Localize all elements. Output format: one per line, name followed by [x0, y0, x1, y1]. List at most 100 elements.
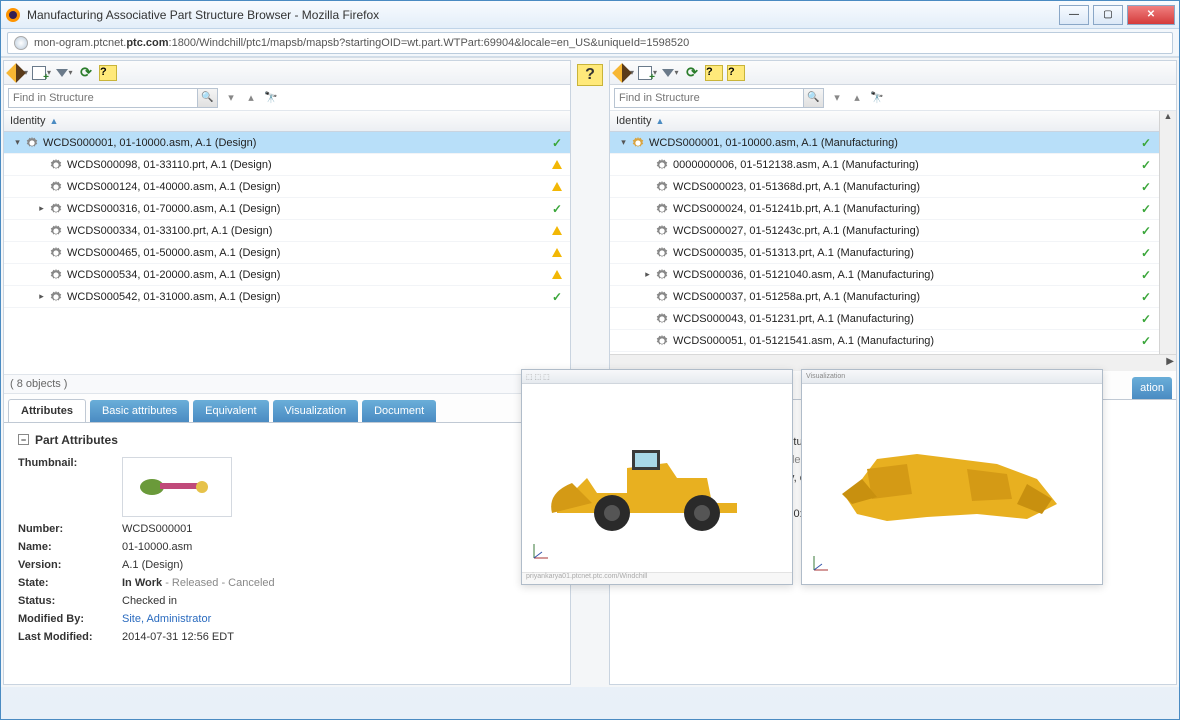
close-button[interactable]: ✕: [1127, 5, 1175, 25]
tree-item-label: WCDS000027, 01-51243c.prt, A.1 (Manufact…: [673, 225, 1153, 237]
gear-icon: [49, 290, 63, 304]
tree-row[interactable]: ▾WCDS000001, 01-10000.asm, A.1 (Design)✓: [4, 132, 570, 154]
refresh-icon: ⟳: [686, 64, 698, 81]
edit-button[interactable]: ▾: [8, 63, 29, 83]
status-ok-icon: ✓: [1141, 136, 1151, 150]
gear-icon: [655, 334, 669, 348]
tree-row[interactable]: WCDS000027, 01-51243c.prt, A.1 (Manufact…: [610, 220, 1159, 242]
pencil-icon: [612, 63, 632, 83]
help-button[interactable]: ?: [98, 63, 118, 83]
visualization-popup-left[interactable]: ⬚ ⬚ ⬚ priyankarya01.ptcnet.ptc.com/Windc…: [521, 369, 793, 585]
tree-row[interactable]: ▸WCDS000542, 01-31000.asm, A.1 (Design)✓: [4, 286, 570, 308]
tree-item-label: WCDS000124, 01-40000.asm, A.1 (Design): [67, 181, 564, 193]
find-next-icon[interactable]: 🔭: [264, 91, 278, 105]
edit-button[interactable]: ▾: [614, 63, 635, 83]
thumbnail-image[interactable]: [122, 457, 232, 517]
new-doc-icon: [638, 66, 652, 80]
viz-3d-view[interactable]: [802, 384, 1102, 584]
tree-row[interactable]: WCDS000334, 01-33100.prt, A.1 (Design): [4, 220, 570, 242]
refresh-button[interactable]: ⟳: [682, 63, 702, 83]
sort-asc-icon: ▲: [655, 116, 664, 126]
url-box[interactable]: mon-ogram.ptcnet.ptc.com:1800/Windchill/…: [7, 32, 1173, 54]
right-column-header[interactable]: Identity ▲: [610, 111, 1137, 132]
status-ok-icon: ✓: [552, 136, 562, 150]
tree-item-label: 0000000006, 01-512138.asm, A.1 (Manufact…: [673, 159, 1153, 171]
help-icon: ?: [727, 65, 745, 81]
expand-icon[interactable]: ▸: [642, 269, 653, 280]
tree-item-label: WCDS000051, 01-5121541.asm, A.1 (Manufac…: [673, 335, 1153, 347]
tree-row[interactable]: WCDS000037, 01-51258a.prt, A.1 (Manufact…: [610, 286, 1159, 308]
tree-row[interactable]: WCDS000024, 01-51241b.prt, A.1 (Manufact…: [610, 198, 1159, 220]
filter-button[interactable]: ▾: [54, 63, 74, 83]
status-column-header[interactable]: [1137, 111, 1159, 132]
tab-basic-attributes[interactable]: Basic attributes: [90, 400, 189, 422]
collapse-icon[interactable]: ▾: [618, 137, 629, 148]
tree-row[interactable]: WCDS000023, 01-51368d.prt, A.1 (Manufact…: [610, 176, 1159, 198]
tree-item-label: WCDS000334, 01-33100.prt, A.1 (Design): [67, 225, 564, 237]
url-prefix: mon-ogram.ptcnet.: [34, 37, 126, 49]
gear-icon: [655, 268, 669, 282]
minimize-button[interactable]: —: [1059, 5, 1089, 25]
gear-icon: [49, 202, 63, 216]
search-go-button[interactable]: 🔍: [803, 89, 823, 107]
expand-all-icon[interactable]: ▴: [244, 91, 258, 105]
left-column-header[interactable]: Identity ▲: [4, 111, 570, 132]
vertical-scrollbar[interactable]: [1159, 132, 1176, 371]
tree-item-label: WCDS000035, 01-51313.prt, A.1 (Manufactu…: [673, 247, 1153, 259]
find-next-icon[interactable]: 🔭: [870, 91, 884, 105]
search-input[interactable]: [615, 92, 803, 104]
tree-item-label: WCDS000043, 01-51231.prt, A.1 (Manufactu…: [673, 313, 1153, 325]
left-search-box: 🔍: [8, 88, 218, 108]
viz-header: Visualization: [802, 370, 1102, 384]
status-ok-icon: ✓: [1141, 246, 1151, 260]
tab-visualization[interactable]: Visualization: [273, 400, 359, 422]
expand-icon[interactable]: ▸: [36, 291, 47, 302]
maximize-button[interactable]: ▢: [1093, 5, 1123, 25]
collapse-icon[interactable]: ▾: [12, 137, 23, 148]
search-input[interactable]: [9, 92, 197, 104]
refresh-button[interactable]: ⟳: [76, 63, 96, 83]
collapse-all-icon[interactable]: ▾: [830, 91, 844, 105]
gear-icon: [631, 136, 645, 150]
help-button[interactable]: ?: [704, 63, 724, 83]
status-ok-icon: ✓: [1141, 180, 1151, 194]
new-button[interactable]: ▾: [31, 63, 52, 83]
scroll-right-icon[interactable]: ▶: [1166, 356, 1174, 367]
tree-row[interactable]: ▸WCDS000316, 01-70000.asm, A.1 (Design)✓: [4, 198, 570, 220]
new-button[interactable]: ▾: [637, 63, 658, 83]
tree-row[interactable]: 0000000006, 01-512138.asm, A.1 (Manufact…: [610, 154, 1159, 176]
tab-document[interactable]: Document: [362, 400, 436, 422]
visualization-popup-right[interactable]: Visualization: [801, 369, 1103, 585]
window-controls: — ▢ ✕: [1059, 5, 1175, 25]
expand-all-icon[interactable]: ▴: [850, 91, 864, 105]
tree-row[interactable]: ▾ WCDS000001, 01-10000.asm, A.1 (Manufact…: [610, 132, 1159, 154]
tree-item-label: WCDS000001, 01-10000.asm, A.1 (Manufactu…: [649, 137, 1153, 149]
viz-3d-view[interactable]: [522, 384, 792, 572]
expand-icon[interactable]: ▸: [36, 203, 47, 214]
gear-icon: [655, 224, 669, 238]
collapse-all-icon[interactable]: ▾: [224, 91, 238, 105]
pencil-icon: [6, 63, 26, 83]
tab-fragment[interactable]: ation: [1132, 377, 1172, 399]
url-suffix: :1800/Windchill/ptc1/mapsb/mapsb?startin…: [169, 37, 690, 49]
filter-button[interactable]: ▾: [660, 63, 680, 83]
help-button-2[interactable]: ?: [726, 63, 746, 83]
search-go-button[interactable]: 🔍: [197, 89, 217, 107]
tree-row[interactable]: ▸WCDS000036, 01-5121040.asm, A.1 (Manufa…: [610, 264, 1159, 286]
tree-row[interactable]: WCDS000098, 01-33110.prt, A.1 (Design): [4, 154, 570, 176]
tree-row[interactable]: WCDS000534, 01-20000.asm, A.1 (Design): [4, 264, 570, 286]
column-header-label: Identity: [10, 115, 45, 127]
tree-row[interactable]: WCDS000465, 01-50000.asm, A.1 (Design): [4, 242, 570, 264]
horizontal-scrollbar[interactable]: ▶: [610, 354, 1176, 371]
attr-status: Checked in: [122, 595, 177, 607]
collapse-icon[interactable]: −: [18, 434, 29, 445]
tree-row[interactable]: WCDS000043, 01-51231.prt, A.1 (Manufactu…: [610, 308, 1159, 330]
tree-item-label: WCDS000024, 01-51241b.prt, A.1 (Manufact…: [673, 203, 1153, 215]
scroll-up-button[interactable]: ▲: [1159, 111, 1176, 132]
tab-attributes[interactable]: Attributes: [8, 399, 86, 422]
tab-equivalent[interactable]: Equivalent: [193, 400, 268, 422]
tree-row[interactable]: WCDS000035, 01-51313.prt, A.1 (Manufactu…: [610, 242, 1159, 264]
tree-row[interactable]: WCDS000124, 01-40000.asm, A.1 (Design): [4, 176, 570, 198]
center-help-button[interactable]: ?: [577, 64, 603, 86]
tree-row[interactable]: WCDS000051, 01-5121541.asm, A.1 (Manufac…: [610, 330, 1159, 352]
